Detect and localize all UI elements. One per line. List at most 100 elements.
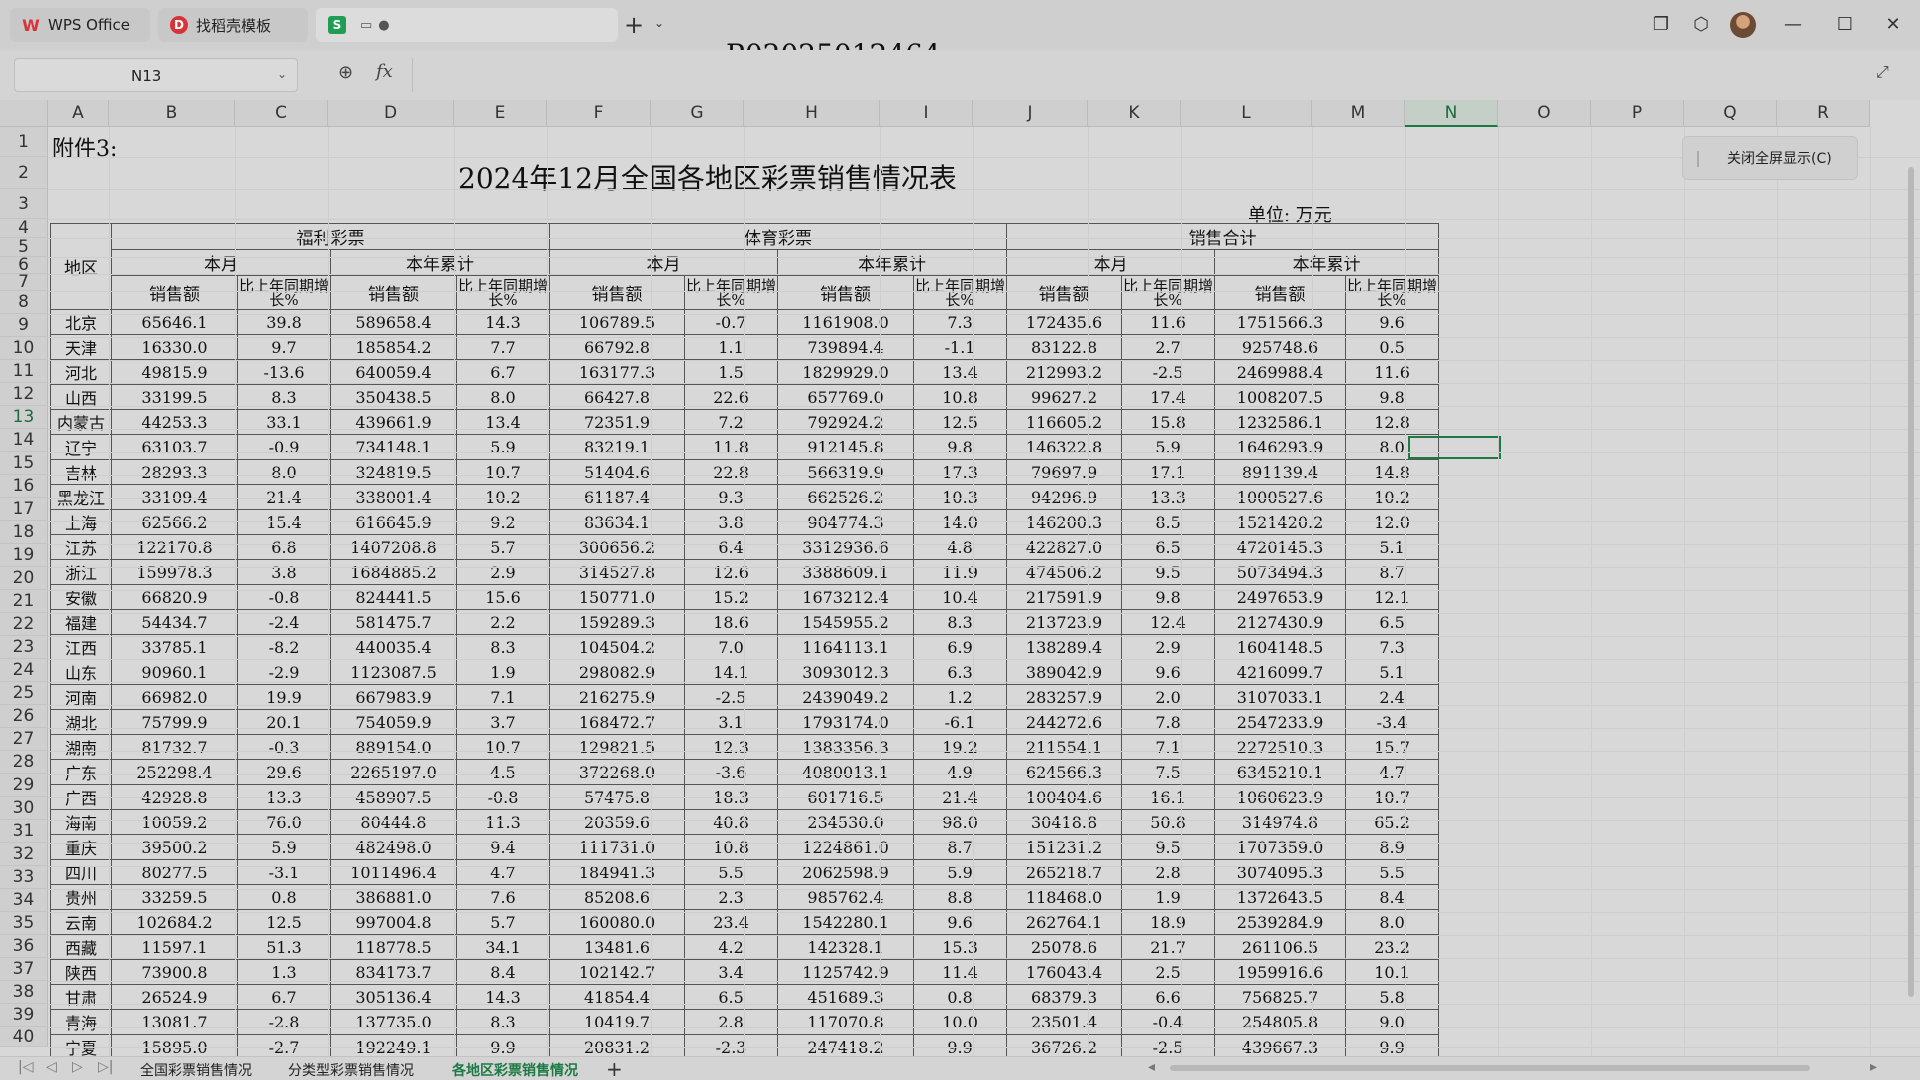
row-header-34[interactable]: 34 [0, 889, 48, 912]
row-header-31[interactable]: 31 [0, 820, 48, 843]
column-header-h[interactable]: H [744, 100, 880, 127]
data-cell[interactable]: 160080.0 [548, 909, 686, 935]
region-cell[interactable]: 海南 [50, 809, 112, 835]
data-cell[interactable]: 65.2 [1345, 809, 1440, 835]
row-header-23[interactable]: 23 [0, 636, 48, 659]
data-cell[interactable]: 1646293.9 [1214, 434, 1347, 460]
data-cell[interactable]: 1604148.5 [1214, 634, 1347, 660]
data-cell[interactable]: 13081.7 [111, 1009, 238, 1035]
row-header-10[interactable]: 10 [0, 337, 48, 360]
data-cell[interactable]: 83634.1 [548, 509, 686, 535]
data-cell[interactable]: 5.5 [1345, 859, 1440, 885]
data-cell[interactable]: 185854.2 [330, 334, 457, 360]
row-header-19[interactable]: 19 [0, 544, 48, 567]
data-cell[interactable]: 5.1 [1345, 659, 1440, 685]
data-cell[interactable]: 1383356.3 [777, 734, 915, 760]
data-cell[interactable]: 7.1 [1121, 734, 1216, 760]
data-cell[interactable]: 34.1 [456, 934, 550, 960]
data-cell[interactable]: 5.8 [1345, 984, 1440, 1010]
data-cell[interactable]: 129821.5 [548, 734, 686, 760]
data-cell[interactable]: 151231.2 [1006, 834, 1123, 860]
data-cell[interactable]: 2497653.9 [1214, 584, 1347, 610]
data-cell[interactable]: -3.4 [1345, 709, 1440, 735]
column-header-g[interactable]: G [651, 100, 744, 127]
sheet-canvas[interactable]: 附件3: 2024年12月全国各地区彩票销售情况表 单位: 万元 地区 福利彩票… [48, 127, 1920, 1056]
data-cell[interactable]: 11.6 [1345, 359, 1440, 385]
data-cell[interactable]: 1521420.2 [1214, 509, 1347, 535]
data-cell[interactable]: 7.7 [456, 334, 550, 360]
data-cell[interactable]: 1232586.1 [1214, 409, 1347, 435]
data-cell[interactable]: 13.3 [1121, 484, 1216, 510]
data-cell[interactable]: 6.5 [1121, 534, 1216, 560]
data-cell[interactable]: 4.2 [684, 934, 779, 960]
data-cell[interactable]: 8.7 [913, 834, 1008, 860]
data-cell[interactable]: 10.2 [456, 484, 550, 510]
data-cell[interactable]: 5.7 [456, 909, 550, 935]
data-cell[interactable]: -0.8 [237, 584, 331, 610]
data-cell[interactable]: 26524.9 [111, 984, 238, 1010]
data-cell[interactable]: 1829929.0 [777, 359, 915, 385]
data-cell[interactable]: 80277.5 [111, 859, 238, 885]
data-cell[interactable]: 7.3 [1345, 634, 1440, 660]
data-cell[interactable]: 4.7 [1345, 759, 1440, 785]
data-cell[interactable]: 68379.3 [1006, 984, 1123, 1010]
region-cell[interactable]: 天津 [50, 334, 112, 360]
data-cell[interactable]: 23501.4 [1006, 1009, 1123, 1035]
data-cell[interactable]: 8.0 [1345, 909, 1440, 935]
cube-icon[interactable]: ⬡ [1688, 12, 1714, 38]
data-cell[interactable]: 61187.4 [548, 484, 686, 510]
data-cell[interactable]: -0.3 [237, 734, 331, 760]
select-all-corner[interactable] [0, 100, 48, 127]
data-cell[interactable]: 83122.8 [1006, 334, 1123, 360]
data-cell[interactable]: 90960.1 [111, 659, 238, 685]
data-cell[interactable]: 104504.2 [548, 634, 686, 660]
data-cell[interactable]: 50.8 [1121, 809, 1216, 835]
row-header-18[interactable]: 18 [0, 521, 48, 544]
region-cell[interactable]: 四川 [50, 859, 112, 885]
data-cell[interactable]: 912145.8 [777, 434, 915, 460]
expand-formula-icon[interactable]: ⤢ [1876, 62, 1889, 82]
row-header-26[interactable]: 26 [0, 705, 48, 728]
column-header-a[interactable]: A [48, 100, 109, 127]
data-cell[interactable]: 192249.1 [330, 1034, 457, 1056]
data-cell[interactable]: 76.0 [237, 809, 331, 835]
data-cell[interactable]: 3093012.3 [777, 659, 915, 685]
data-cell[interactable]: 1.9 [456, 659, 550, 685]
minimize-icon[interactable]: — [1780, 12, 1806, 38]
region-cell[interactable]: 浙江 [50, 559, 112, 585]
add-sheet-plus-icon[interactable]: + [606, 1057, 623, 1080]
data-cell[interactable]: 23.4 [684, 909, 779, 935]
data-cell[interactable]: 9.6 [1121, 659, 1216, 685]
data-cell[interactable]: 451689.3 [777, 984, 915, 1010]
row-header-37[interactable]: 37 [0, 958, 48, 981]
row-header-7[interactable]: 7 [0, 274, 48, 291]
data-cell[interactable]: -1.1 [913, 334, 1008, 360]
region-cell[interactable]: 甘肃 [50, 984, 112, 1010]
data-cell[interactable]: 324819.5 [330, 459, 457, 485]
data-cell[interactable]: 9.8 [913, 434, 1008, 460]
data-cell[interactable]: 9.2 [456, 509, 550, 535]
column-header-l[interactable]: L [1181, 100, 1312, 127]
avatar[interactable] [1730, 12, 1756, 38]
data-cell[interactable]: 8.7 [1345, 559, 1440, 585]
data-cell[interactable]: 66820.9 [111, 584, 238, 610]
data-cell[interactable]: 6.7 [456, 359, 550, 385]
data-cell[interactable]: 44253.3 [111, 409, 238, 435]
data-cell[interactable]: 23.2 [1345, 934, 1440, 960]
data-cell[interactable]: 79697.9 [1006, 459, 1123, 485]
row-header-8[interactable]: 8 [0, 291, 48, 314]
data-cell[interactable]: 9.5 [1121, 559, 1216, 585]
data-cell[interactable]: 11597.1 [111, 934, 238, 960]
data-cell[interactable]: 1542280.1 [777, 909, 915, 935]
data-cell[interactable]: 15.7 [1345, 734, 1440, 760]
column-header-q[interactable]: Q [1684, 100, 1777, 127]
data-cell[interactable]: 1011496.4 [330, 859, 457, 885]
data-cell[interactable]: 10.4 [913, 584, 1008, 610]
data-cell[interactable]: 15895.0 [111, 1034, 238, 1056]
column-header-d[interactable]: D [328, 100, 454, 127]
data-cell[interactable]: -2.5 [1121, 1034, 1216, 1056]
data-cell[interactable]: 40.8 [684, 809, 779, 835]
region-cell[interactable]: 吉林 [50, 459, 112, 485]
region-cell[interactable]: 江苏 [50, 534, 112, 560]
data-cell[interactable]: 75799.9 [111, 709, 238, 735]
